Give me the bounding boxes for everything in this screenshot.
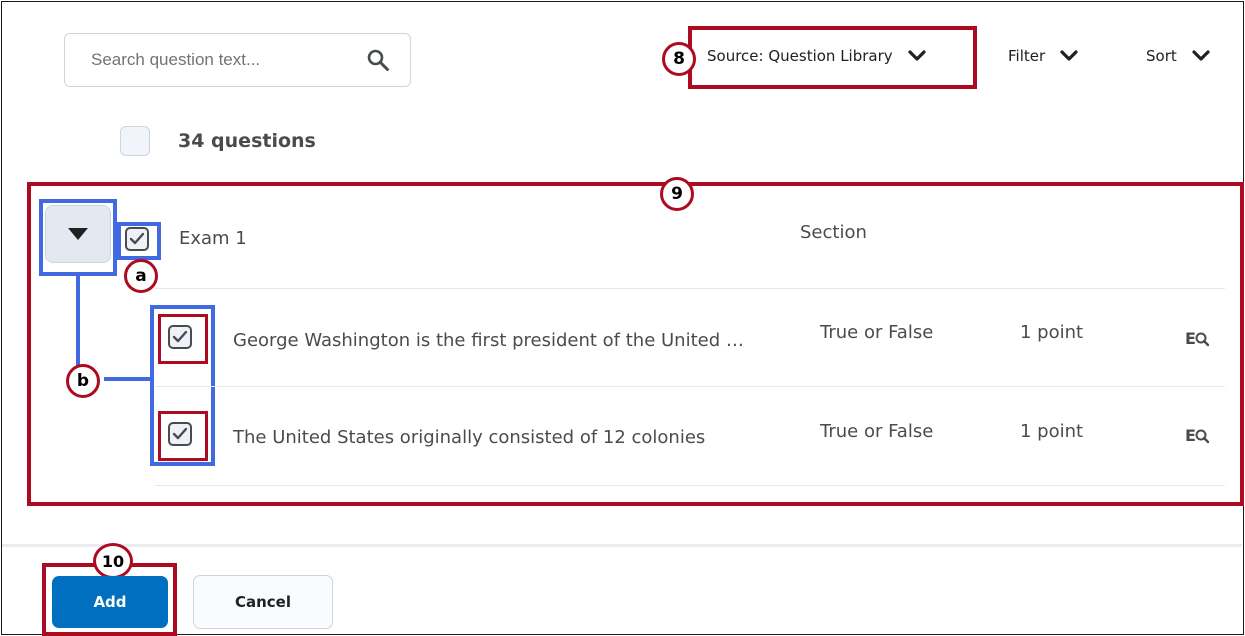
callout-9: 9 <box>660 177 694 211</box>
section-type-label: Section <box>800 222 867 243</box>
callout-9-label: 9 <box>671 184 683 204</box>
chevron-down-icon <box>1192 50 1210 61</box>
connector-line <box>76 276 80 372</box>
chevron-down-icon <box>1060 50 1078 61</box>
sort-dropdown-label: Sort <box>1146 47 1177 65</box>
question-text[interactable]: George Washington is the first president… <box>233 330 744 351</box>
separator <box>155 386 1225 387</box>
callout-b-label: b <box>76 371 90 391</box>
svg-text:E: E <box>1185 426 1196 445</box>
source-dropdown[interactable]: Source: Question Library <box>707 47 927 65</box>
callout-a-label: a <box>135 266 147 286</box>
separator <box>155 288 1225 289</box>
callout-8: 8 <box>662 42 696 76</box>
question-points: 1 point <box>1020 421 1084 442</box>
search-input[interactable] <box>91 48 351 72</box>
search-icon[interactable] <box>366 48 390 72</box>
checkmark-icon <box>172 427 188 440</box>
expand-section-button[interactable] <box>45 205 111 263</box>
question-type: True or False <box>820 322 934 343</box>
callout-8-label: 8 <box>673 49 685 69</box>
filter-dropdown[interactable]: Filter <box>1008 47 1079 65</box>
select-all-checkbox[interactable] <box>120 126 150 156</box>
cancel-button[interactable]: Cancel <box>193 575 333 629</box>
question-checkbox[interactable] <box>168 325 192 349</box>
callout-b: b <box>66 364 100 398</box>
search-box[interactable] <box>64 33 411 87</box>
source-dropdown-label: Source: Question Library <box>707 47 893 65</box>
preview-icon[interactable]: E <box>1185 327 1211 349</box>
question-checkbox[interactable] <box>168 422 192 446</box>
checkmark-icon <box>129 232 145 245</box>
preview-icon[interactable]: E <box>1185 424 1211 446</box>
section-checkbox[interactable] <box>125 227 149 251</box>
section-title: Exam 1 <box>179 228 247 249</box>
filter-dropdown-label: Filter <box>1008 47 1046 65</box>
callout-10-label: 10 <box>101 551 125 571</box>
question-text[interactable]: The United States originally consisted o… <box>233 427 705 448</box>
question-count: 34 questions <box>178 130 316 152</box>
footer-divider <box>2 544 1242 547</box>
caret-down-icon <box>68 228 88 240</box>
callout-10: 10 <box>93 543 133 579</box>
sort-dropdown[interactable]: Sort <box>1146 47 1211 65</box>
callout-a: a <box>124 259 158 293</box>
chevron-down-icon <box>908 50 926 61</box>
question-type: True or False <box>820 421 934 442</box>
svg-text:E: E <box>1185 329 1196 348</box>
question-points: 1 point <box>1020 322 1084 343</box>
separator <box>155 485 1225 486</box>
connector-line <box>104 377 154 381</box>
add-button[interactable]: Add <box>52 576 168 628</box>
checkmark-icon <box>172 330 188 343</box>
